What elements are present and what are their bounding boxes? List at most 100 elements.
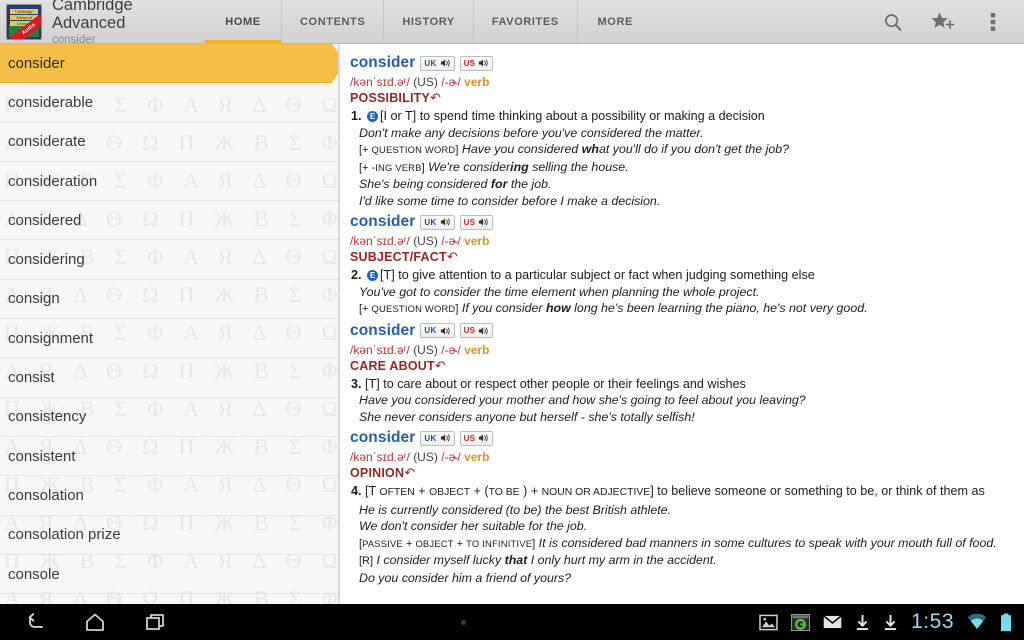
download-icon: [855, 614, 870, 631]
example-sentence: She's being considered for the job.: [359, 176, 1018, 193]
audio-button-uk[interactable]: UK: [420, 215, 454, 230]
logo-line-1: Cambridge: [10, 9, 38, 14]
example-text: She never considers anyone but herself -…: [359, 410, 695, 424]
word-list-item[interactable]: consider: [0, 44, 332, 83]
word-label: consistency: [8, 408, 86, 425]
audio-region-label: US: [464, 434, 476, 443]
headword[interactable]: consider: [350, 429, 415, 447]
word-list-item[interactable]: considerate: [0, 123, 340, 162]
phonetic-us: /-ɚ/: [441, 234, 461, 248]
tab-more[interactable]: MORE: [577, 0, 653, 43]
word-list-item[interactable]: consign: [0, 280, 340, 319]
grammar-label: [+ QUESTION WORD]: [359, 303, 458, 315]
tab-home[interactable]: HOME: [205, 0, 281, 43]
guideword[interactable]: OPINION↶: [350, 465, 1018, 482]
phonetic-uk: /kənˈsɪd.əʳ/: [350, 343, 410, 357]
word-label: considering: [8, 251, 85, 268]
app-branding[interactable]: Cambridge Advanced Learner's Audio Cambr…: [0, 0, 205, 43]
sense: 2. E[T] to give attention to a particula…: [351, 267, 1018, 284]
download-icon-2: [883, 614, 898, 631]
example-text: He is currently considered (to be) the b…: [359, 503, 671, 517]
example-sentence: [+ QUESTION WORD] If you consider how lo…: [359, 300, 1018, 318]
word-list-item[interactable]: consistency: [0, 398, 340, 437]
dictionary-content[interactable]: considerUKUS/kənˈsɪd.əʳ/ (US) /-ɚ/ verbP…: [340, 44, 1024, 604]
system-bar-center: [168, 620, 759, 625]
pronunciation-line: /kənˈsɪd.əʳ/ (US) /-ɚ/ verb: [350, 75, 1018, 90]
recents-button[interactable]: [142, 609, 168, 635]
word-list-item[interactable]: considering: [0, 240, 340, 279]
add-favorite-button[interactable]: [918, 0, 968, 44]
word-list-item[interactable]: consolation prize: [0, 516, 340, 555]
audio-button-us[interactable]: US: [460, 323, 494, 338]
mail-icon: [823, 615, 842, 629]
word-list-item[interactable]: consignment: [0, 319, 340, 358]
guideword[interactable]: POSSIBILITY↶: [350, 90, 1018, 107]
definition: to give attention to a particular subjec…: [398, 268, 815, 282]
example-text: If you consider how long he's been learn…: [462, 301, 868, 315]
example-text: Have you considered your mother and how …: [359, 393, 806, 407]
audio-button-us[interactable]: US: [460, 431, 494, 446]
battery-icon: [1000, 613, 1012, 632]
word-list: considerconsiderable considerate considera…: [0, 44, 340, 594]
word-list-item[interactable]: considered: [0, 201, 340, 240]
example-sentence: [R] I consider myself lucky that I only …: [359, 552, 1018, 570]
example-sentence: He is currently considered (to be) the b…: [359, 502, 1018, 519]
audio-region-label: UK: [424, 326, 436, 335]
example-sentence: [PASSIVE + OBJECT + TO INFINITIVE] It is…: [359, 535, 1018, 553]
overflow-menu-button[interactable]: [968, 0, 1018, 44]
example-text: Do you consider him a friend of yours?: [359, 571, 571, 585]
audio-button-uk[interactable]: UK: [420, 56, 454, 71]
tab-favorites[interactable]: FAVORITES: [473, 0, 577, 43]
audio-region-label: US: [464, 59, 476, 68]
example-sentence: Have you considered your mother and how …: [359, 392, 1018, 409]
search-button[interactable]: [868, 0, 918, 44]
speaker-icon: [478, 217, 489, 227]
word-list-item[interactable]: considerable: [0, 83, 340, 122]
word-list-item[interactable]: consist: [0, 358, 340, 397]
word-list-item[interactable]: console: [0, 555, 340, 594]
guideword-return-icon: ↶: [404, 466, 415, 481]
example-text: It is considered bad manners in some cul…: [539, 536, 997, 550]
tab-bar: HOMECONTENTS HISTORY FAVORITESMORE: [205, 0, 868, 43]
example-text: I consider myself lucky that I only hurt…: [377, 553, 717, 567]
word-list-sidebar[interactable]: A Я Δ Θ Ω Π Ж B Σ Φ A Я Δ Θ Π Ж B Σ Φ A …: [0, 44, 340, 604]
word-list-item[interactable]: consistent: [0, 437, 340, 476]
audio-button-uk[interactable]: UK: [420, 431, 454, 446]
sense-grammar: [T]: [380, 268, 395, 282]
audio-button-us[interactable]: US: [460, 215, 494, 230]
add-favorite-icon: [930, 10, 956, 34]
status-icons[interactable]: 1:53: [759, 611, 1024, 633]
pronunciation-line: /kənˈsɪd.əʳ/ (US) /-ɚ/ verb: [350, 234, 1018, 249]
word-list-item[interactable]: consideration: [0, 162, 340, 201]
headword[interactable]: consider: [350, 54, 415, 72]
speaker-icon: [478, 326, 489, 336]
headword[interactable]: consider: [350, 213, 415, 231]
tab-history[interactable]: HISTORY: [383, 0, 473, 43]
sense: 1. E[I or T] to spend time thinking abou…: [351, 108, 1018, 125]
phonetic-us: /-ɚ/: [441, 450, 461, 464]
grammar-label: [R]: [359, 555, 373, 567]
home-button[interactable]: [82, 609, 108, 635]
example-text: She's being considered for the job.: [359, 177, 552, 191]
example-text: Have you considered what you'll do if yo…: [462, 142, 789, 156]
guideword[interactable]: SUBJECT/FACT↶: [350, 249, 1018, 266]
tab-contents[interactable]: CONTENTS: [281, 0, 383, 43]
audio-button-uk[interactable]: UK: [420, 323, 454, 338]
word-label: consist: [8, 369, 55, 386]
back-button[interactable]: [22, 609, 48, 635]
example-text: Don't make any decisions before you've c…: [359, 126, 704, 140]
sense-number: 2.: [351, 268, 362, 282]
navigation-buttons: [0, 609, 168, 635]
word-label: considerate: [8, 133, 86, 150]
word-list-item[interactable]: consolation: [0, 476, 340, 515]
guideword[interactable]: CARE ABOUT↶: [350, 358, 1018, 375]
us-label: (US): [413, 343, 438, 357]
example-text: I'd like some time to consider before I …: [359, 194, 660, 208]
sense: 3. [T] to care about or respect other pe…: [351, 376, 1018, 393]
us-label: (US): [413, 75, 438, 89]
recents-icon: [143, 610, 167, 634]
headword[interactable]: consider: [350, 322, 415, 340]
audio-region-label: US: [464, 326, 476, 335]
tab-label: HISTORY: [402, 16, 455, 28]
audio-button-us[interactable]: US: [460, 56, 494, 71]
